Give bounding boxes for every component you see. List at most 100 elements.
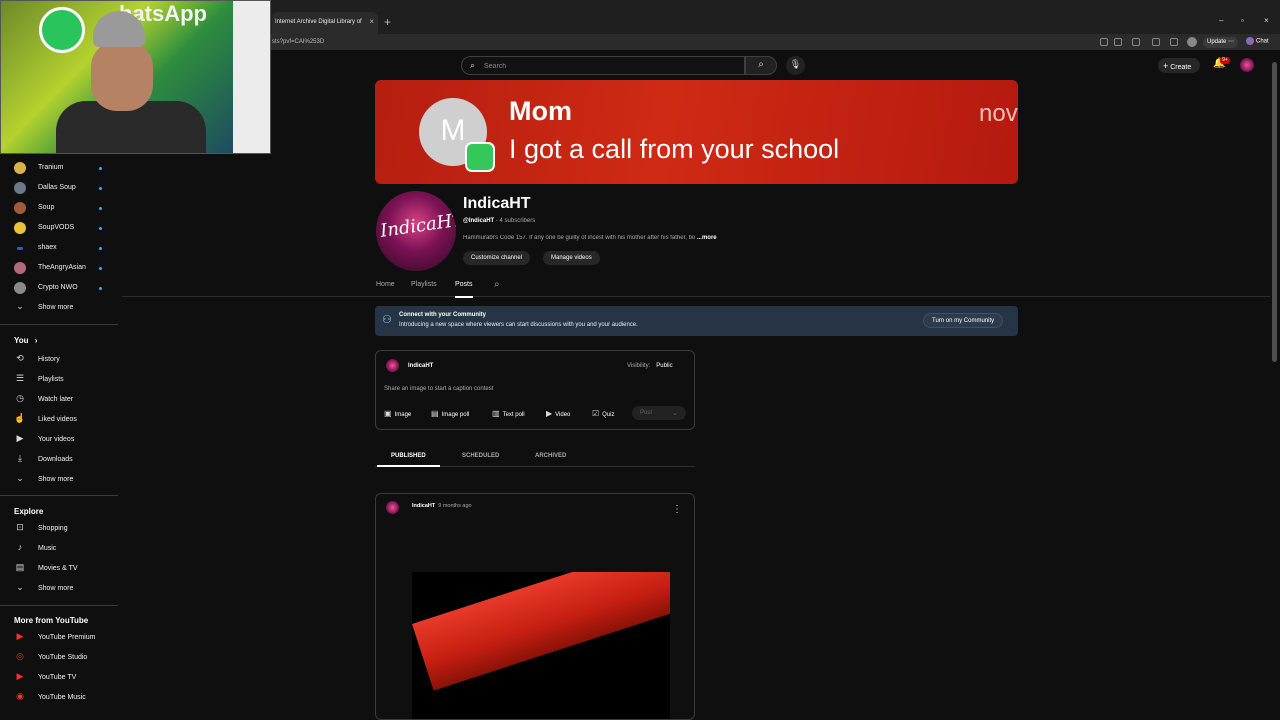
tab-playlists[interactable]: Playlists xyxy=(411,281,437,288)
post-button[interactable]: Post ⌄ xyxy=(632,406,686,420)
tab-archived[interactable]: ARCHIVED xyxy=(535,453,566,459)
text-poll-button[interactable]: ▥ Text poll xyxy=(492,409,525,418)
channel-search-icon[interactable]: ⌕ xyxy=(494,279,500,290)
minimize-button[interactable]: – xyxy=(1219,16,1223,25)
you-heading[interactable]: You › xyxy=(14,336,37,345)
browser-tab[interactable]: Internet Archive Digital Library of × xyxy=(272,12,378,34)
sidebar-item-label: Shopping xyxy=(38,525,68,532)
visibility-selector[interactable]: Visibility: Public xyxy=(627,363,673,369)
quiz-button[interactable]: ☑ Quiz xyxy=(592,409,615,418)
sidebar-item-shopping[interactable]: ⊡ Shopping xyxy=(14,521,114,537)
window-close-button[interactable]: × xyxy=(1264,16,1269,25)
webcam-overlay: hatsApp xyxy=(0,0,271,154)
search-input[interactable] xyxy=(484,60,734,72)
sidebar-subscription[interactable]: Soup xyxy=(14,200,106,216)
user-avatar[interactable] xyxy=(1240,58,1254,72)
visibility-label: Visibility: xyxy=(627,363,651,369)
composer-prompt[interactable]: Share an image to start a caption contes… xyxy=(384,386,493,392)
profile-avatar[interactable] xyxy=(1187,37,1197,47)
sidebar-subscription[interactable]: Crypto NWO xyxy=(14,280,106,296)
youtube-studio-icon: ◎ xyxy=(16,651,24,661)
scrollbar-thumb[interactable] xyxy=(1272,62,1277,362)
composer-avatar xyxy=(386,359,399,372)
sidebar-item-movies-tv[interactable]: ▤ Movies & TV xyxy=(14,561,114,577)
voice-search-button[interactable]: 🎙 xyxy=(786,56,805,75)
chevron-right-icon: › xyxy=(34,336,38,345)
image-poll-button[interactable]: ▤ Image poll xyxy=(431,409,469,418)
url-text[interactable]: sts?pvf=CAI%253D xyxy=(272,39,324,45)
video-button[interactable]: ▶ Video xyxy=(546,409,570,418)
subscription-label: Crypto NWO xyxy=(38,284,78,291)
sidebar-subscription[interactable]: TheAngryAsian xyxy=(14,260,106,276)
webcam-background-panel xyxy=(233,1,270,153)
tab-published[interactable]: PUBLISHED xyxy=(377,453,440,467)
update-button[interactable]: Update ⋯ xyxy=(1203,37,1239,48)
sidebar-item-liked-videos[interactable]: ☝ Liked videos xyxy=(14,412,114,428)
explore-heading: Explore xyxy=(14,507,44,516)
sidebar-item-your-videos[interactable]: ▶ Your videos xyxy=(14,432,114,448)
customize-channel-button[interactable]: Customize channel xyxy=(463,251,531,265)
text-poll-icon: ▥ xyxy=(492,409,500,418)
channel-name: IndicaHT xyxy=(463,195,531,212)
imessage-notification[interactable]: M Mom I got a call from your school nov xyxy=(375,80,1018,184)
sidebar-item-history[interactable]: ⟲ History xyxy=(14,352,114,368)
sidebar-subscription[interactable]: shaex xyxy=(14,240,106,256)
sidebar-item-downloads[interactable]: ⤓ Downloads xyxy=(14,452,114,468)
sidebar-divider xyxy=(0,495,118,496)
image-poll-icon: ▤ xyxy=(431,409,439,418)
sidebar-item-music[interactable]: ♪ Music xyxy=(14,541,114,557)
bookmark-icon[interactable] xyxy=(1114,38,1122,46)
you-heading-label: You xyxy=(14,336,29,345)
turn-on-community-button[interactable]: Turn on my Community xyxy=(923,313,1004,328)
search-button[interactable]: ⌕ xyxy=(745,56,777,75)
search-box[interactable]: ⌕ xyxy=(461,56,745,75)
create-button[interactable]: + Create xyxy=(1158,58,1200,73)
sidebar-item-label: Watch later xyxy=(38,396,74,403)
manage-videos-button[interactable]: Manage videos xyxy=(543,251,600,265)
extension-icon[interactable] xyxy=(1100,38,1108,46)
sidebar-item-youtube-premium[interactable]: ▶ YouTube Premium xyxy=(14,630,114,646)
extension-icon[interactable] xyxy=(1152,38,1160,46)
sidebar-subscription[interactable]: SoupVODS xyxy=(14,220,106,236)
tab-scheduled[interactable]: SCHEDULED xyxy=(462,453,499,459)
sidebar-item-label: Liked videos xyxy=(38,416,77,423)
show-more-you[interactable]: ⌄ Show more xyxy=(14,472,114,488)
post-author[interactable]: IndicaHT xyxy=(412,503,435,509)
sidebar-item-playlists[interactable]: ☰ Playlists xyxy=(14,372,114,388)
reload-icon[interactable] xyxy=(1132,38,1140,46)
restore-button[interactable]: ▫ xyxy=(1241,16,1244,25)
sidebar-subscription[interactable]: Tranium xyxy=(14,160,106,176)
sidebar-item-watch-later[interactable]: ◷ Watch later xyxy=(14,392,114,408)
chat-button[interactable]: Chat xyxy=(1246,37,1269,45)
sidebar-item-youtube-tv[interactable]: ▶ YouTube TV xyxy=(14,670,114,686)
post-time: 9 months ago xyxy=(438,503,472,509)
notification-sender: Mom xyxy=(509,96,572,126)
sidebar-item-youtube-studio[interactable]: ◎ YouTube Studio xyxy=(14,650,114,666)
post-image[interactable] xyxy=(412,572,670,719)
youtube-music-icon: ◉ xyxy=(16,691,24,701)
sidebar-item-youtube-music[interactable]: ◉ YouTube Music xyxy=(14,690,114,706)
favorites-icon[interactable] xyxy=(1170,38,1178,46)
description-more-link[interactable]: ...more xyxy=(697,235,717,241)
visibility-value: Public xyxy=(656,363,673,369)
tab-close-icon[interactable]: × xyxy=(369,17,374,26)
clock-icon: ◷ xyxy=(16,393,24,403)
new-tab-button[interactable]: + xyxy=(384,15,391,29)
image-poll-label: Image poll xyxy=(441,412,470,418)
show-more-subscriptions[interactable]: ⌄ Show more xyxy=(14,300,114,316)
channel-description[interactable]: Hammurabi's Code 157. If any one be guil… xyxy=(463,235,763,241)
sidebar-subscription[interactable]: Dallas Soup xyxy=(14,180,106,196)
community-banner: ⚇ Connect with your Community Introducin… xyxy=(375,306,1018,336)
show-more-explore[interactable]: ⌄ Show more xyxy=(14,581,114,597)
image-button[interactable]: ▣ Image xyxy=(384,409,411,418)
post-button-label: Post xyxy=(640,410,653,416)
tab-posts[interactable]: Posts xyxy=(455,281,473,298)
tab-home[interactable]: Home xyxy=(376,281,395,288)
channel-avatar[interactable]: IndicaHT xyxy=(376,191,456,271)
composer-channel-name: IndicaHT xyxy=(408,363,434,369)
download-icon: ⤓ xyxy=(18,453,22,463)
more-from-youtube-heading: More from YouTube xyxy=(14,616,89,625)
post-author-avatar[interactable] xyxy=(386,501,399,514)
new-content-dot xyxy=(99,167,102,170)
more-options-icon[interactable]: ⋮ xyxy=(672,504,682,515)
